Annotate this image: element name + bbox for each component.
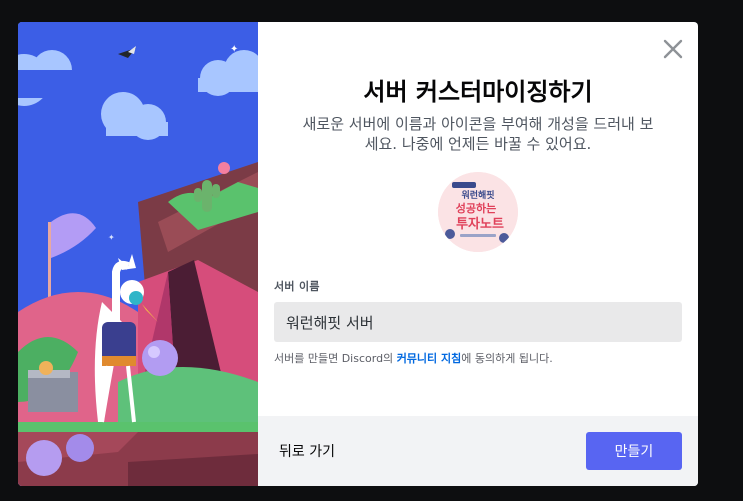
modal-subtitle: 새로운 서버에 이름과 아이콘을 부여해 개성을 드러내 보세요. 나중에 언제… (302, 115, 654, 153)
server-name-label: 서버 이름 (274, 280, 320, 293)
svg-text:✦: ✦ (108, 233, 115, 242)
illustration: ✦ ✦ (18, 22, 258, 486)
terms-text: 서버를 만들면 Discord의 커뮤니티 지침에 동의하게 됩니다. (274, 350, 553, 366)
server-name-input[interactable] (274, 302, 682, 342)
illustration-panel: ✦ ✦ (18, 22, 258, 486)
logo-text-mid: 성공하는 (456, 201, 496, 215)
close-icon (663, 39, 683, 59)
create-button[interactable]: 만들기 (586, 432, 682, 470)
create-server-modal: ✦ ✦ 서버 커스터마이징하기 새로운 서버에 이름과 아이콘을 부여해 개성을… (18, 22, 698, 486)
logo-text-bottom: 투자노트 (456, 217, 504, 232)
server-icon-upload[interactable]: 워런해핏 성공하는 투자노트 (438, 172, 518, 252)
logo-text-top: 워런해핏 (461, 189, 494, 201)
modal-title: 서버 커스터마이징하기 (363, 78, 593, 106)
server-logo-image: 워런해핏 성공하는 투자노트 (438, 172, 518, 252)
modal-footer: 뒤로 가기 만들기 (258, 416, 698, 486)
terms-prefix: 서버를 만들면 Discord의 (274, 352, 397, 365)
svg-text:✦: ✦ (230, 44, 238, 55)
close-button[interactable] (662, 38, 684, 60)
back-button[interactable]: 뒤로 가기 (279, 441, 335, 461)
community-guidelines-link[interactable]: 커뮤니티 지침 (397, 352, 462, 365)
terms-suffix: 에 동의하게 됩니다. (461, 352, 553, 365)
form-panel: 서버 커스터마이징하기 새로운 서버에 이름과 아이콘을 부여해 개성을 드러내… (258, 22, 698, 486)
